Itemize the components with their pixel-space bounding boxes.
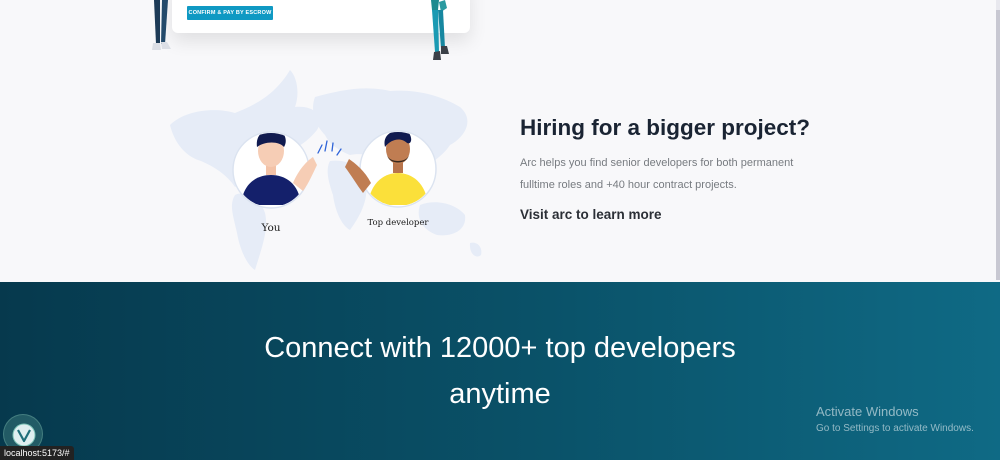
activate-windows-subtitle: Go to Settings to activate Windows. xyxy=(816,423,974,434)
person-figure-left xyxy=(152,0,171,50)
cta-line-1: Connect with 12000+ top developers xyxy=(264,332,736,364)
activate-windows-title: Activate Windows xyxy=(816,404,919,419)
hiring-description: Arc helps you find senior developers for… xyxy=(520,157,794,191)
visit-arc-link[interactable]: Visit arc to learn more xyxy=(520,207,662,222)
avatar-top-developer-label: Top developer xyxy=(368,218,430,228)
hiring-heading: Hiring for a bigger project? xyxy=(520,115,811,140)
avatar-you-label: You xyxy=(260,222,280,234)
shield-logo-icon xyxy=(12,423,36,447)
confirm-pay-escrow-button[interactable]: CONFIRM & PAY BY ESCROW xyxy=(187,6,273,20)
hiring-illustration: You Top developer xyxy=(170,70,482,270)
person-figure-right xyxy=(431,0,449,60)
page-scrollbar[interactable] xyxy=(996,0,1000,280)
status-bar-url: localhost:5173/# xyxy=(0,446,74,460)
scrollbar-thumb[interactable] xyxy=(996,10,1000,280)
